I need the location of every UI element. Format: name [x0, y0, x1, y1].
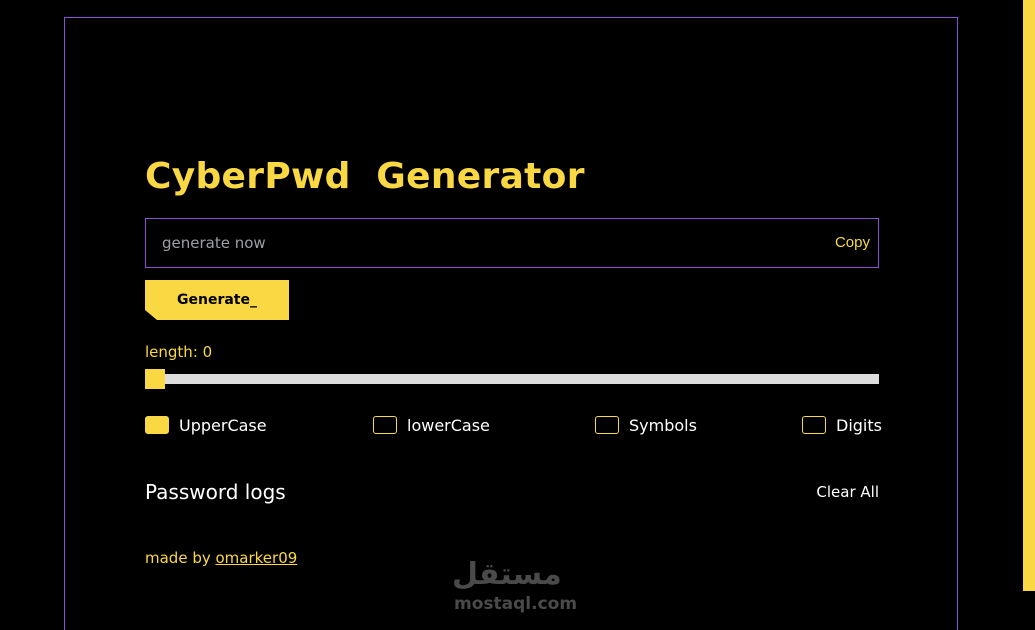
footer-prefix: made by — [145, 549, 216, 567]
length-slider-track[interactable] — [145, 374, 879, 384]
watermark-latin: mostaql.com — [454, 594, 578, 614]
length-label: length: 0 — [145, 343, 213, 361]
length-slider-thumb[interactable] — [145, 369, 165, 389]
lowercase-checkbox[interactable] — [373, 416, 397, 434]
password-input[interactable] — [162, 219, 782, 267]
symbols-label: Symbols — [629, 416, 697, 435]
digits-checkbox[interactable] — [802, 416, 826, 434]
app-frame — [64, 17, 958, 630]
scrollbar-strip[interactable] — [1023, 0, 1035, 591]
copy-button[interactable]: Copy — [835, 219, 870, 267]
uppercase-label: UpperCase — [179, 416, 267, 435]
password-field: Copy — [145, 218, 879, 268]
generate-button[interactable]: Generate_ — [145, 280, 289, 320]
symbols-checkbox[interactable] — [595, 416, 619, 434]
digits-label: Digits — [836, 416, 882, 435]
password-logs-title: Password logs — [145, 480, 286, 504]
footer-credit: made by omarker09 — [145, 549, 297, 567]
clear-all-button[interactable]: Clear All — [816, 483, 879, 501]
page-title: CyberPwd Generator — [145, 156, 585, 197]
page: CyberPwd Generator Copy Generate_ length… — [0, 0, 1035, 630]
author-link[interactable]: omarker09 — [216, 549, 298, 567]
watermark-arabic: مستقل — [452, 557, 562, 592]
uppercase-checkbox[interactable] — [145, 416, 169, 434]
lowercase-label: lowerCase — [407, 416, 490, 435]
